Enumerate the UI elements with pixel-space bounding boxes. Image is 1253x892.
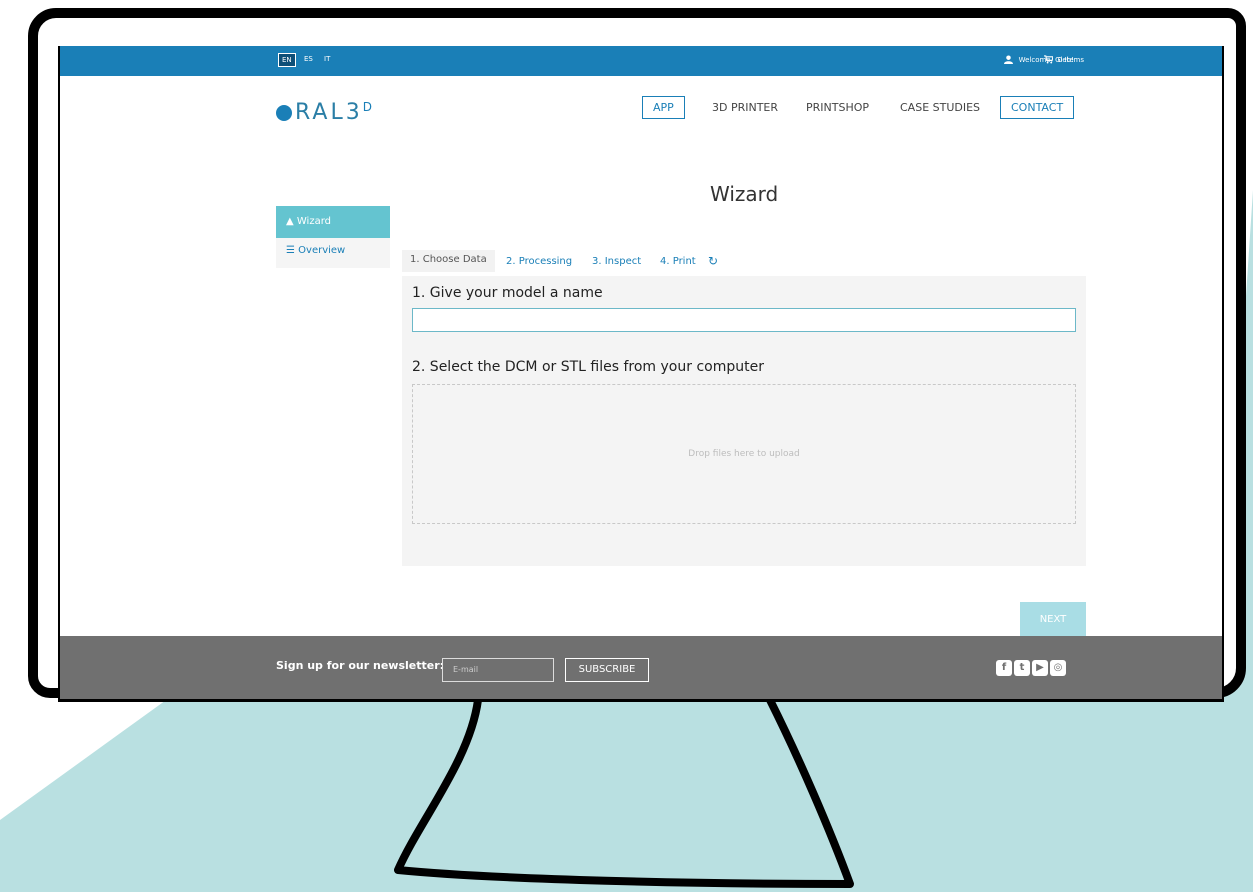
social-links: f t ▶ ◎ [996, 660, 1066, 676]
subscribe-button[interactable]: SUBSCRIBE [565, 658, 649, 682]
tab-choose-data[interactable]: 1. Choose Data [402, 250, 495, 272]
newsletter-email-input[interactable]: E-mail [442, 658, 554, 682]
twitter-icon[interactable]: t [1014, 660, 1030, 676]
instagram-icon[interactable]: ◎ [1050, 660, 1066, 676]
file-dropzone[interactable]: Drop files here to upload [412, 384, 1076, 524]
tab-print[interactable]: 4. Print [660, 256, 696, 267]
sidebar-item-label: Wizard [296, 216, 331, 227]
next-button[interactable]: NEXT [1020, 602, 1086, 636]
page-title: Wizard [710, 182, 779, 206]
nav-3d-printer[interactable]: 3D PRINTER [712, 101, 778, 114]
browser-screen: EN ES IT Welcome, Gleb! 0 Items RAL3D AP… [58, 46, 1224, 702]
list-icon: ☰ [286, 245, 295, 256]
logo-suffix: D [362, 100, 372, 114]
tab-processing[interactable]: 2. Processing [506, 256, 572, 267]
cart-icon [1043, 55, 1053, 64]
road-icon: ▲ [286, 216, 294, 227]
sidebar-item-overview[interactable]: ☰ Overview [276, 238, 390, 268]
oral3d-logo[interactable]: RAL3D [276, 100, 372, 125]
logo-text: RAL3 [295, 100, 363, 125]
top-bar: EN ES IT Welcome, Gleb! 0 Items [60, 46, 1222, 76]
user-icon [1003, 55, 1013, 64]
refresh-icon[interactable]: ↻ [708, 254, 718, 268]
footer: Sign up for our newsletter: E-mail SUBSC… [60, 636, 1222, 699]
cart-items-text: 0 Items [1057, 55, 1084, 64]
tab-inspect[interactable]: 3. Inspect [592, 256, 641, 267]
nav-printshop[interactable]: PRINTSHOP [806, 101, 869, 114]
tooth-icon [276, 105, 292, 121]
lang-en[interactable]: EN [278, 53, 296, 67]
cart-link[interactable]: 0 Items [1043, 55, 1084, 64]
step2-label: 2. Select the DCM or STL files from your… [412, 359, 764, 375]
facebook-icon[interactable]: f [996, 660, 1012, 676]
lang-es[interactable]: ES [304, 55, 313, 63]
step1-label: 1. Give your model a name [412, 285, 603, 301]
nav-app[interactable]: APP [642, 96, 685, 119]
sidebar-item-label: Overview [298, 245, 346, 256]
lang-it[interactable]: IT [324, 55, 330, 63]
nav-case-studies[interactable]: CASE STUDIES [900, 101, 980, 114]
dropzone-text: Drop files here to upload [688, 449, 800, 459]
newsletter-label: Sign up for our newsletter: [276, 659, 445, 672]
sidebar-item-wizard[interactable]: ▲ Wizard [276, 206, 390, 238]
youtube-icon[interactable]: ▶ [1032, 660, 1048, 676]
model-name-input[interactable] [412, 308, 1076, 332]
nav-contact[interactable]: CONTACT [1000, 96, 1075, 119]
